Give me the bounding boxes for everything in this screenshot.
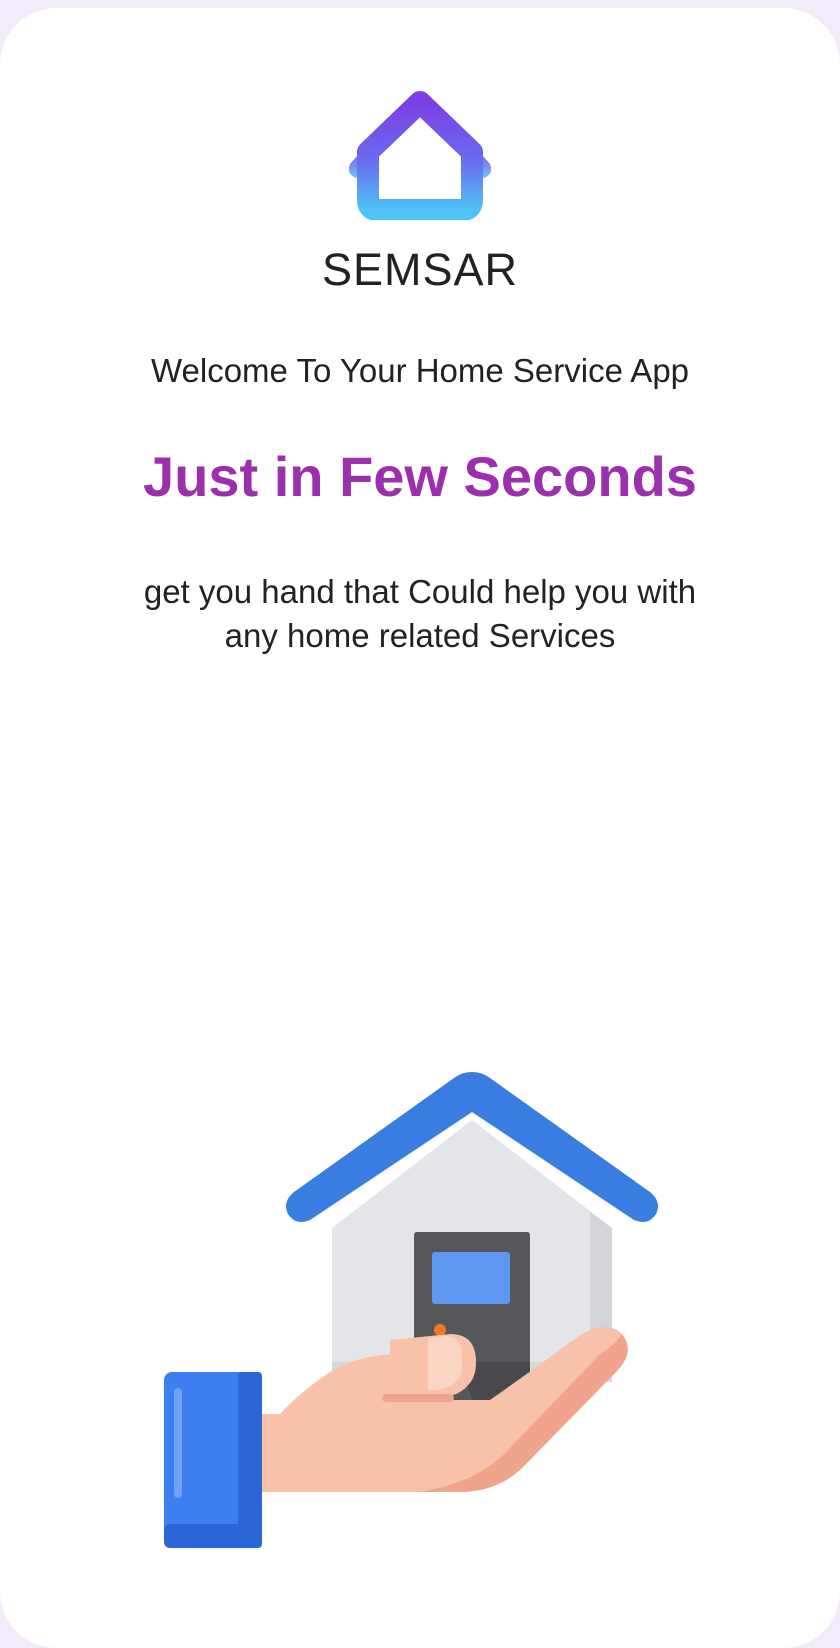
welcome-text: Welcome To Your Home Service App bbox=[150, 352, 690, 389]
door-window bbox=[432, 1252, 510, 1304]
app-name: SEMSAR bbox=[321, 244, 519, 295]
onboarding-screen: SEMSAR Welcome To Your Home Service App … bbox=[0, 8, 840, 1648]
headline: Just in Few Seconds bbox=[143, 445, 697, 508]
house-logo-icon bbox=[348, 91, 492, 220]
description-text: get you hand that Could help you with an… bbox=[143, 573, 697, 654]
hand-holding-house-icon bbox=[164, 1072, 658, 1548]
door-knob bbox=[434, 1324, 446, 1336]
